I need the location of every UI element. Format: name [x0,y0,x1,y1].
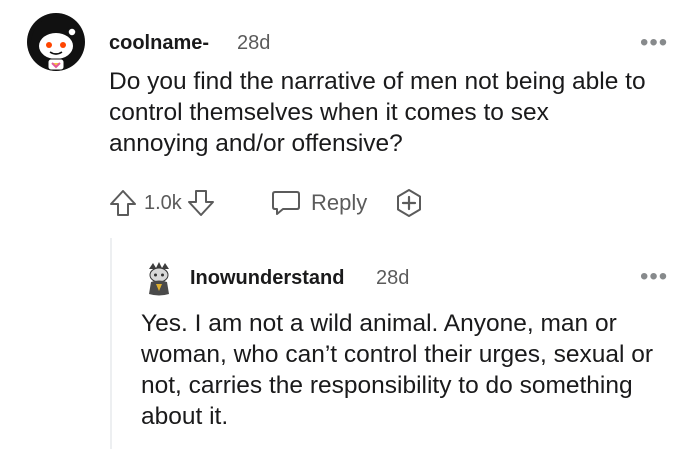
award-button[interactable] [393,188,425,218]
reply-more-options-icon[interactable]: ••• [640,265,668,289]
vote-score: 1.0k [144,191,182,214]
reply-avatar-image [149,262,169,296]
award-plus-icon [393,187,425,219]
more-options-icon[interactable]: ••• [640,31,668,55]
thread-line[interactable] [110,238,112,449]
reply-button[interactable]: Reply [270,188,367,218]
comment-age: 28d [237,32,271,54]
vote-bar: 1.0k [108,188,216,218]
downvote-arrow-icon[interactable] [186,188,216,218]
upvote-arrow-icon[interactable] [108,188,138,218]
avatar[interactable] [26,12,86,72]
reply-label: Reply [311,190,368,215]
reply-username[interactable]: Inowunderstand [190,266,344,290]
avatar-image [27,13,85,71]
comment-username[interactable]: coolname- [109,31,209,55]
speech-bubble-icon [270,188,302,218]
reply-avatar[interactable] [142,260,176,298]
comment-body: Do you find the narrative of men not bei… [109,68,646,157]
reply-body: Yes. I am not a wild animal. Anyone, man… [141,310,654,430]
reply-age: 28d [376,267,410,289]
